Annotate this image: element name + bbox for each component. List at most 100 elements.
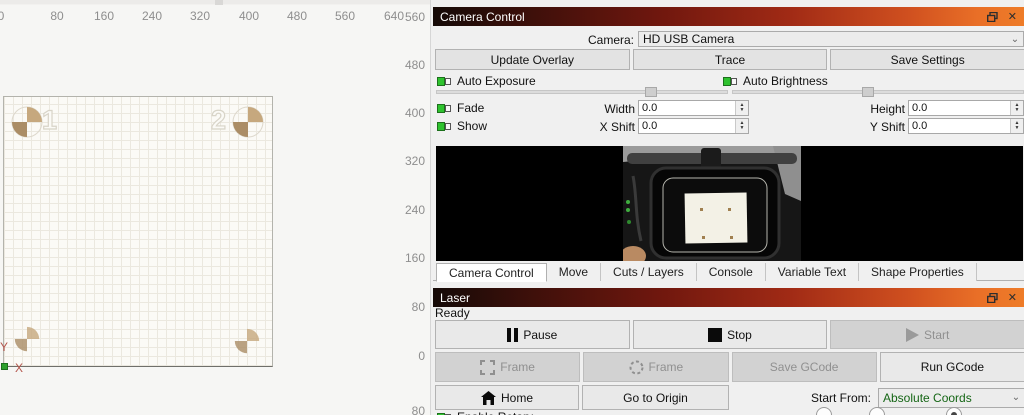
toggle-on-icon[interactable] xyxy=(723,76,737,86)
stop-label: Stop xyxy=(727,327,752,342)
go-to-origin-label: Go to Origin xyxy=(623,390,688,405)
camera-label: Camera: xyxy=(587,33,634,47)
workspace-canvas[interactable]: 0 80 160 240 320 400 480 560 640 560 480… xyxy=(0,0,430,415)
h-ruler-label: 560 xyxy=(334,9,356,23)
frame-circle-icon xyxy=(629,360,644,375)
tab-label: Move xyxy=(558,265,589,279)
v-ruler-label: 400 xyxy=(404,106,425,120)
h-ruler-label: 0 xyxy=(0,9,5,23)
h-ruler-label: 320 xyxy=(189,9,211,23)
calibration-target-2-icon[interactable] xyxy=(232,106,264,138)
x-axis-label: X xyxy=(15,361,24,375)
auto-brightness-label: Auto Brightness xyxy=(743,74,828,88)
pause-button[interactable]: Pause xyxy=(435,320,630,349)
camera-photo xyxy=(620,146,801,266)
yshift-value[interactable]: 0.0 xyxy=(909,119,1010,133)
close-panel-icon[interactable]: ✕ xyxy=(1008,291,1017,304)
spin-arrows-icon[interactable]: ▲ ▼ xyxy=(1010,101,1023,115)
chevron-down-icon: ⌄ xyxy=(1011,392,1021,403)
save-settings-label: Save Settings xyxy=(890,52,965,67)
pause-icon xyxy=(507,327,519,342)
yshift-spinbox[interactable]: 0.0 ▲ ▼ xyxy=(908,118,1024,134)
float-panel-icon[interactable] xyxy=(986,292,998,303)
tab-move[interactable]: Move xyxy=(546,263,602,281)
v-ruler-label: 80 xyxy=(411,300,425,314)
stop-icon xyxy=(708,327,723,342)
tab-console[interactable]: Console xyxy=(696,263,766,281)
toggle-on-icon[interactable] xyxy=(437,76,451,86)
tab-label: Camera Control xyxy=(449,265,534,280)
float-panel-icon[interactable] xyxy=(986,11,998,22)
camera-control-title: Camera Control xyxy=(440,9,525,24)
camera-feed[interactable] xyxy=(436,146,1023,266)
yshift-label: Y Shift xyxy=(869,120,905,134)
update-overlay-button[interactable]: Update Overlay xyxy=(435,49,630,70)
splitter-notch[interactable] xyxy=(215,0,223,5)
auto-exposure-label: Auto Exposure xyxy=(457,74,536,88)
start-from-select[interactable]: Absolute Coords ⌄ xyxy=(878,387,1024,408)
height-spinbox[interactable]: 0.0 ▲ ▼ xyxy=(908,100,1024,116)
tab-shape-properties[interactable]: Shape Properties xyxy=(859,263,977,281)
v-ruler-label: 80 xyxy=(411,404,425,415)
pause-label: Pause xyxy=(523,327,558,342)
start-button[interactable]: Start xyxy=(830,320,1024,349)
slider-track xyxy=(436,90,728,94)
exposure-slider[interactable] xyxy=(436,87,728,97)
update-overlay-label: Update Overlay xyxy=(490,52,575,67)
radio-button[interactable] xyxy=(869,407,885,415)
tab-label: Variable Text xyxy=(777,265,847,279)
camera-control-titlebar[interactable]: Camera Control ✕ xyxy=(433,7,1024,26)
v-ruler-label: 240 xyxy=(404,203,425,217)
slider-track xyxy=(732,90,1024,94)
enable-rotary-toggle[interactable]: Enable Rotary xyxy=(437,410,533,415)
auto-brightness-toggle[interactable]: Auto Brightness xyxy=(723,74,828,88)
radio-button[interactable] xyxy=(816,407,832,415)
brightness-slider[interactable] xyxy=(732,87,1024,97)
height-label: Height xyxy=(870,102,905,116)
radio-button-selected[interactable] xyxy=(946,407,962,415)
h-ruler-label: 80 xyxy=(50,9,64,23)
save-settings-button[interactable]: Save Settings xyxy=(830,49,1024,70)
h-ruler-label: 640 xyxy=(383,9,405,23)
auto-exposure-toggle[interactable]: Auto Exposure xyxy=(437,74,536,88)
frame-circle-label: Frame xyxy=(648,360,684,374)
home-button[interactable]: Home xyxy=(435,385,579,410)
start-icon xyxy=(906,327,919,342)
tab-variable-text[interactable]: Variable Text xyxy=(765,263,860,281)
panel-tabbar: Camera Control Move Cuts / Layers Consol… xyxy=(433,263,1024,282)
h-ruler-label: 240 xyxy=(141,9,163,23)
slider-handle[interactable] xyxy=(645,87,657,97)
close-panel-icon[interactable]: ✕ xyxy=(1008,10,1017,23)
tab-cuts-layers[interactable]: Cuts / Layers xyxy=(601,263,697,281)
go-to-origin-button[interactable]: Go to Origin xyxy=(582,385,729,410)
start-from-value: Absolute Coords xyxy=(883,390,972,405)
camera-select-value: HD USB Camera xyxy=(643,32,735,46)
marker-number-2: 2 xyxy=(210,104,226,135)
save-gcode-button[interactable]: Save GCode xyxy=(731,352,877,382)
enable-rotary-label: Enable Rotary xyxy=(457,410,533,415)
run-gcode-button[interactable]: Run GCode xyxy=(879,352,1024,382)
dock-panels: Camera Control ✕ Camera: HD USB Camera ⌄… xyxy=(430,0,1024,415)
tab-camera-control[interactable]: Camera Control xyxy=(436,263,547,282)
home-icon xyxy=(480,390,496,405)
frame-circle-button[interactable]: Frame xyxy=(583,352,729,382)
laser-title: Laser xyxy=(440,290,471,305)
tab-label: Cuts / Layers xyxy=(613,265,684,279)
frame-square-button[interactable]: Frame xyxy=(435,352,581,382)
stop-button[interactable]: Stop xyxy=(632,320,828,349)
v-ruler-label: 0 xyxy=(418,349,425,363)
camera-select[interactable]: HD USB Camera ⌄ xyxy=(638,31,1024,47)
spin-arrows-icon[interactable]: ▲ ▼ xyxy=(1010,119,1023,133)
v-ruler-label: 480 xyxy=(404,58,425,72)
start-label: Start xyxy=(924,327,950,342)
frame-square-label: Frame xyxy=(500,360,535,374)
height-value[interactable]: 0.0 xyxy=(909,101,1010,115)
trace-button[interactable]: Trace xyxy=(632,49,828,70)
calibration-target-4-icon[interactable] xyxy=(234,328,260,354)
calibration-target-1-icon[interactable] xyxy=(11,106,43,138)
laser-titlebar[interactable]: Laser ✕ xyxy=(433,288,1024,307)
y-axis-label: Y xyxy=(0,340,9,354)
slider-handle[interactable] xyxy=(862,87,874,97)
h-ruler-label: 400 xyxy=(238,9,260,23)
calibration-target-3-icon[interactable] xyxy=(14,326,40,352)
